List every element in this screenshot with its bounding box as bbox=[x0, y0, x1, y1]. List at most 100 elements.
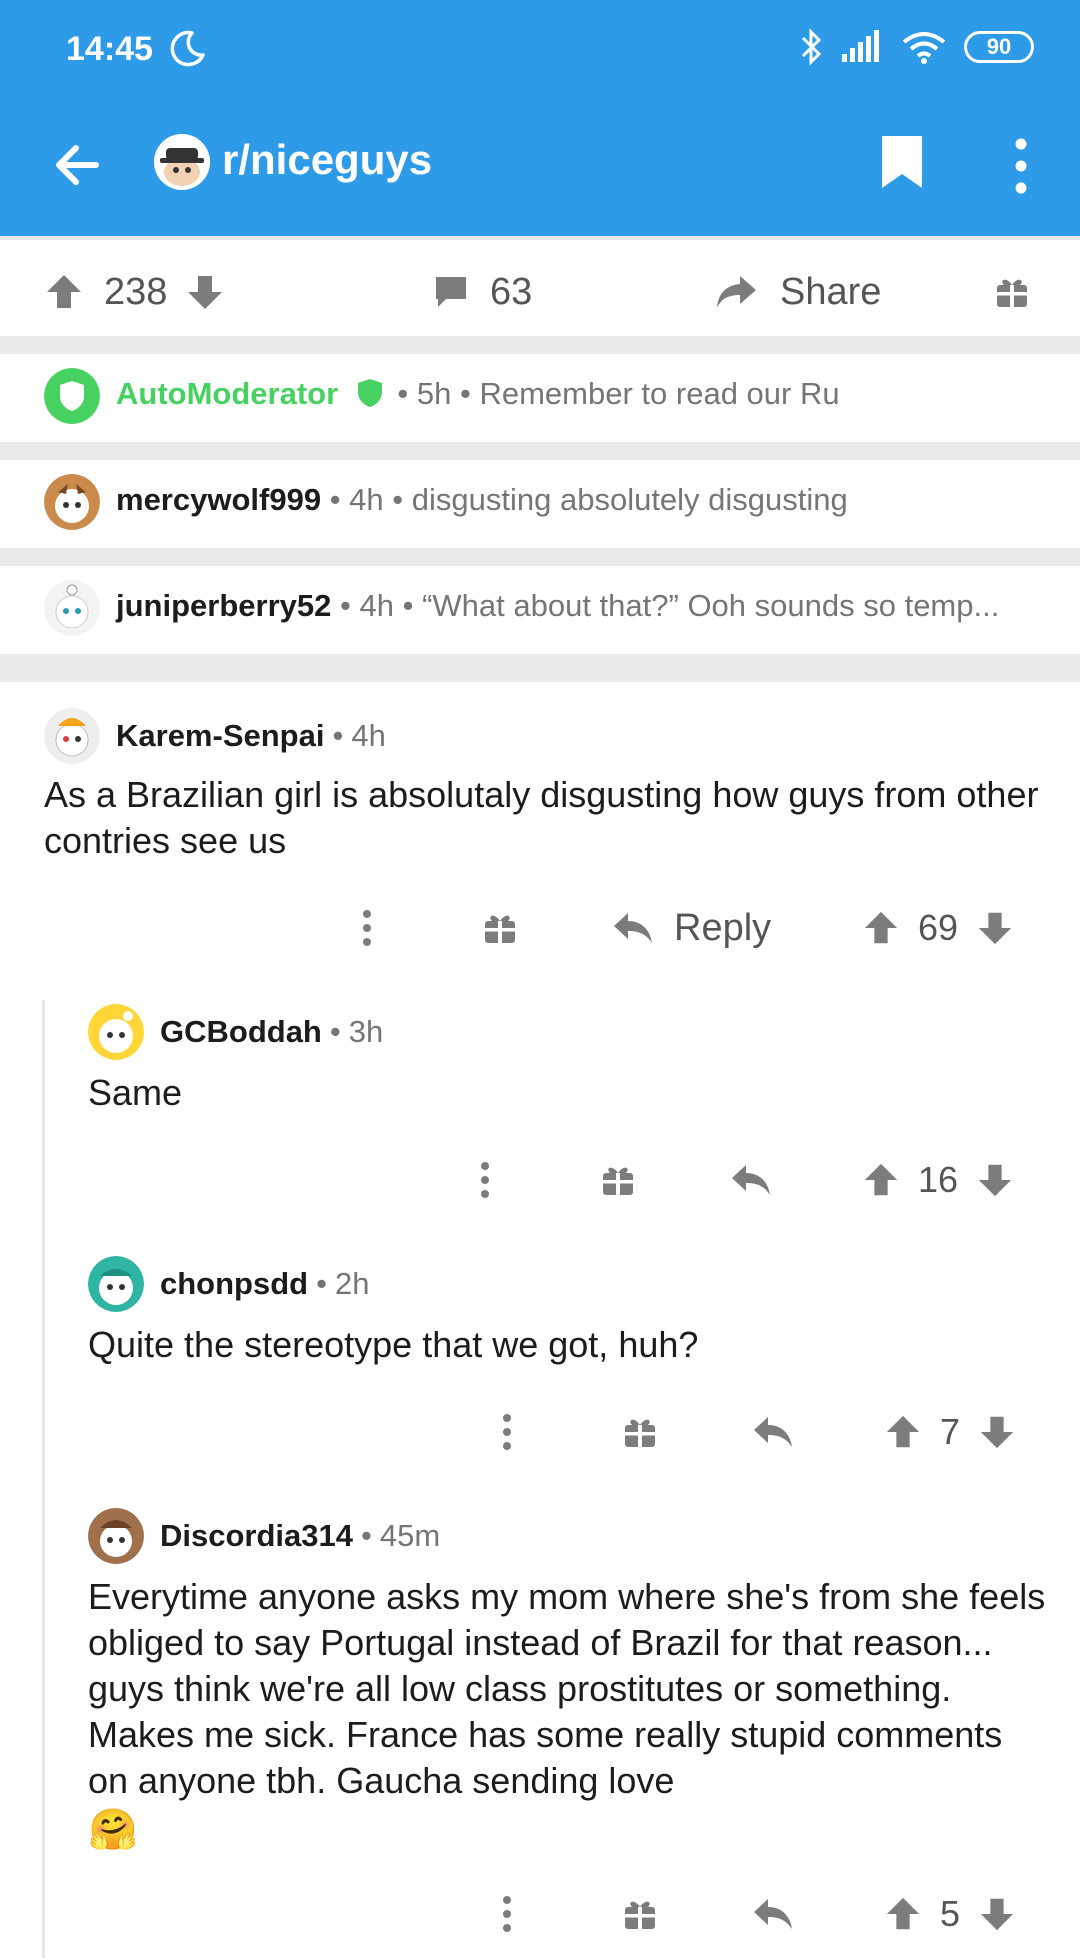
bluetooth-icon bbox=[800, 28, 822, 66]
moon-icon bbox=[168, 28, 208, 68]
comment-time: 4h bbox=[351, 718, 386, 753]
comment-header: Karem-Senpai • 4h bbox=[44, 708, 386, 764]
clock: 14:45 bbox=[66, 30, 153, 68]
comment-preview: Remember to read our Ru bbox=[479, 376, 840, 411]
comment-header: Discordia314 • 45m bbox=[88, 1508, 440, 1564]
more-options-icon[interactable] bbox=[490, 1884, 524, 1944]
comments-button[interactable]: 63 bbox=[432, 264, 532, 320]
vote-group: 16 bbox=[862, 1150, 1014, 1210]
gift-icon[interactable] bbox=[622, 1402, 658, 1462]
back-arrow-icon[interactable] bbox=[50, 138, 104, 192]
upvote-icon[interactable] bbox=[44, 272, 84, 312]
gift-icon[interactable] bbox=[600, 1150, 636, 1210]
divider bbox=[0, 442, 1080, 460]
comment-score: 5 bbox=[940, 1893, 961, 1934]
status-bar: 14:45 90 bbox=[0, 0, 1080, 100]
top-bar: 14:45 90 r/niceguys bbox=[0, 0, 1080, 236]
comment-preview: “What about that?” Ooh sounds so temp... bbox=[422, 588, 1000, 623]
upvote-icon[interactable] bbox=[862, 909, 900, 947]
user-avatar[interactable] bbox=[44, 580, 100, 636]
post-vote-group: 238 bbox=[44, 264, 225, 320]
comment-actions: 5 bbox=[0, 1884, 1080, 1944]
comment-time: 2h bbox=[334, 1266, 370, 1301]
thread-line[interactable] bbox=[42, 1000, 45, 1958]
comment-preview: disgusting absolutely disgusting bbox=[411, 482, 848, 517]
divider bbox=[0, 336, 1080, 354]
user-avatar[interactable] bbox=[88, 1004, 144, 1060]
wifi-icon bbox=[902, 30, 946, 64]
comment-time: 3h bbox=[348, 1014, 384, 1049]
divider bbox=[0, 548, 1080, 566]
battery-indicator: 90 bbox=[964, 31, 1034, 63]
overflow-menu-icon[interactable] bbox=[1006, 134, 1036, 198]
post-score: 238 bbox=[104, 270, 168, 313]
mod-shield-icon bbox=[357, 378, 383, 408]
collapsed-comment[interactable]: juniperberry52 • 4h • “What about that?”… bbox=[0, 566, 1080, 654]
vote-group: 7 bbox=[884, 1402, 1016, 1462]
upvote-icon[interactable] bbox=[884, 1895, 922, 1933]
user-avatar[interactable] bbox=[88, 1256, 144, 1312]
gift-icon[interactable] bbox=[482, 898, 518, 958]
comment-author[interactable]: mercywolf999 bbox=[116, 482, 321, 517]
comment-header: chonpsdd • 2h bbox=[88, 1256, 369, 1312]
more-options-icon[interactable] bbox=[350, 898, 384, 958]
downvote-icon[interactable] bbox=[976, 1161, 1014, 1199]
award-button[interactable] bbox=[994, 264, 1030, 320]
bookmark-icon[interactable] bbox=[878, 132, 926, 192]
comment-icon bbox=[432, 273, 470, 311]
app-bar: r/niceguys bbox=[0, 100, 1080, 236]
comment-count: 63 bbox=[490, 270, 533, 313]
comment-score: 69 bbox=[918, 907, 959, 948]
signal-icon bbox=[840, 30, 884, 64]
reply-icon[interactable] bbox=[730, 1150, 772, 1210]
upvote-icon[interactable] bbox=[884, 1413, 922, 1451]
comment-actions: 7 bbox=[0, 1402, 1080, 1462]
collapsed-comment[interactable]: AutoModerator • 5h • Remember to read ou… bbox=[0, 354, 1080, 442]
reply-icon bbox=[614, 913, 652, 943]
comment-time: 5h bbox=[416, 376, 452, 411]
divider bbox=[0, 654, 1080, 682]
reply-label: Reply bbox=[674, 906, 772, 949]
share-label: Share bbox=[780, 270, 882, 313]
comment-body: Quite the stereotype that we got, huh? bbox=[88, 1324, 699, 1365]
downvote-icon[interactable] bbox=[185, 272, 225, 312]
comment-actions: 16 bbox=[0, 1150, 1080, 1210]
share-button[interactable]: Share bbox=[714, 264, 881, 320]
vote-group: 69 bbox=[862, 898, 1014, 958]
comment-actions: Reply 69 bbox=[0, 898, 1080, 958]
reply-icon[interactable] bbox=[752, 1884, 794, 1944]
comment-author[interactable]: chonpsdd bbox=[160, 1266, 308, 1302]
reply-icon[interactable] bbox=[752, 1402, 794, 1462]
subreddit-avatar[interactable] bbox=[154, 134, 210, 190]
more-options-icon[interactable] bbox=[490, 1402, 524, 1462]
more-options-icon[interactable] bbox=[468, 1150, 502, 1210]
subreddit-title[interactable]: r/niceguys bbox=[222, 136, 432, 184]
comment-score: 7 bbox=[940, 1411, 961, 1452]
comment-body: Everytime anyone asks my mom where she's… bbox=[88, 1574, 1048, 1856]
hugging-face-emoji: 🤗 bbox=[88, 1808, 138, 1852]
comment-header: GCBoddah • 3h bbox=[88, 1004, 383, 1060]
reply-button[interactable]: Reply bbox=[612, 898, 771, 958]
comment-author[interactable]: juniperberry52 bbox=[116, 588, 331, 623]
comment-body: As a Brazilian girl is absolutaly disgus… bbox=[44, 774, 1039, 861]
post-action-bar: 238 63 Share bbox=[0, 236, 1080, 336]
gift-icon bbox=[994, 274, 1030, 310]
downvote-icon[interactable] bbox=[978, 1895, 1016, 1933]
comment-author[interactable]: GCBoddah bbox=[160, 1014, 322, 1050]
comment-time: 4h bbox=[359, 588, 394, 623]
gift-icon[interactable] bbox=[622, 1884, 658, 1944]
user-avatar[interactable] bbox=[44, 708, 100, 764]
downvote-icon[interactable] bbox=[976, 909, 1014, 947]
comment-author[interactable]: AutoModerator bbox=[116, 376, 338, 411]
comment-author[interactable]: Karem-Senpai bbox=[116, 718, 324, 754]
user-avatar[interactable] bbox=[88, 1508, 144, 1564]
downvote-icon[interactable] bbox=[978, 1413, 1016, 1451]
comment-body: Same bbox=[88, 1072, 183, 1113]
vote-group: 5 bbox=[884, 1884, 1016, 1944]
comment-time: 4h bbox=[349, 482, 384, 517]
user-avatar[interactable] bbox=[44, 474, 100, 530]
comment-author[interactable]: Discordia314 bbox=[160, 1518, 353, 1554]
comment-score: 16 bbox=[918, 1159, 959, 1200]
collapsed-comment[interactable]: mercywolf999 • 4h • disgusting absolutel… bbox=[0, 460, 1080, 548]
upvote-icon[interactable] bbox=[862, 1161, 900, 1199]
